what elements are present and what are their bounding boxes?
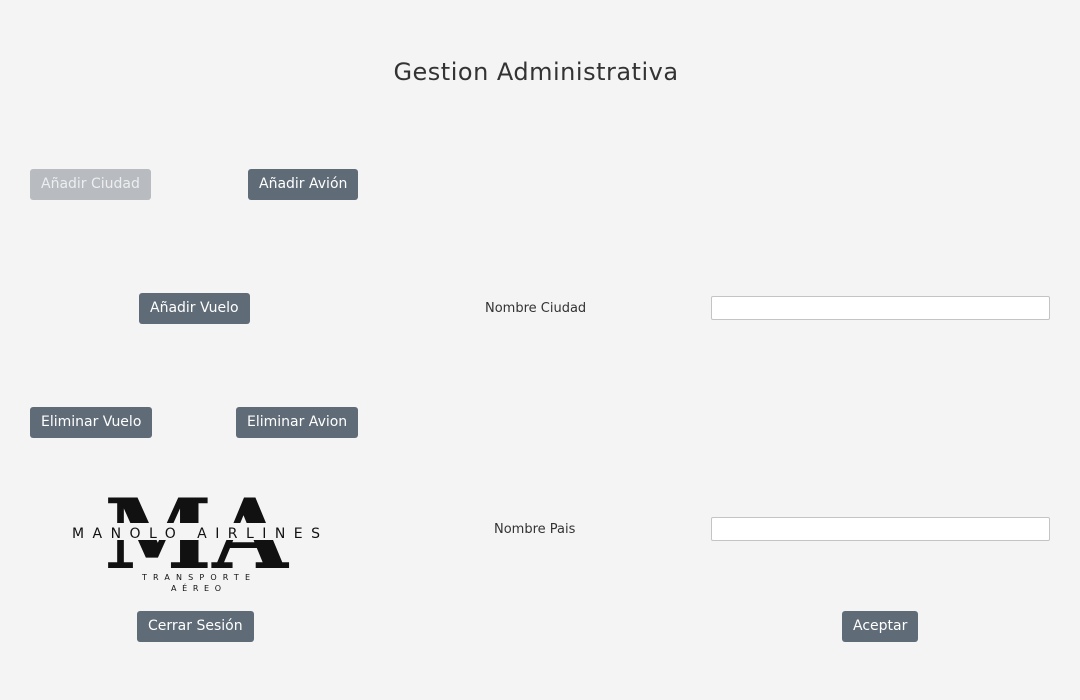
add-plane-button[interactable]: Añadir Avión bbox=[248, 169, 359, 200]
country-name-label: Nombre Pais bbox=[494, 522, 576, 537]
logout-button[interactable]: Cerrar Sesión bbox=[137, 611, 254, 642]
page-title: Gestion Administrativa bbox=[393, 58, 679, 86]
country-name-input[interactable] bbox=[711, 517, 1050, 541]
delete-flight-button[interactable]: Eliminar Vuelo bbox=[30, 407, 153, 438]
city-name-input[interactable] bbox=[711, 296, 1050, 320]
admin-window: Gestion Administrativa Añadir Ciudad Aña… bbox=[0, 0, 1080, 700]
city-name-label: Nombre Ciudad bbox=[485, 301, 587, 316]
delete-plane-button[interactable]: Eliminar Avion bbox=[236, 407, 359, 438]
add-city-button[interactable]: Añadir Ciudad bbox=[30, 169, 151, 200]
manolo-airlines-logo: MA MANOLO AIRLINES TRANSPORTE AÉREO bbox=[66, 485, 326, 593]
accept-button[interactable]: Aceptar bbox=[842, 611, 919, 642]
add-flight-button[interactable]: Añadir Vuelo bbox=[139, 293, 250, 324]
